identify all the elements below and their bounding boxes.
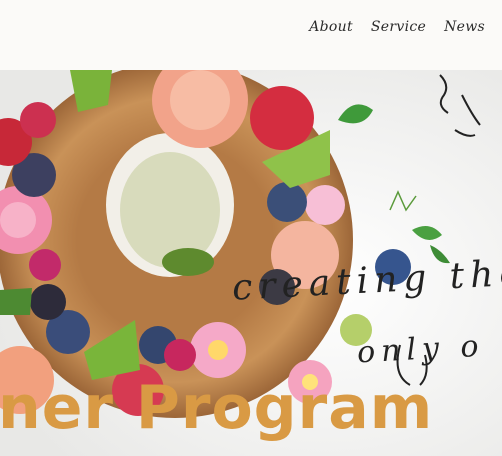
nav-about-link[interactable]: About xyxy=(309,19,353,35)
main-nav: About Service News xyxy=(309,19,485,35)
hero-title: ner Program xyxy=(0,373,434,443)
nav-service-link[interactable]: Service xyxy=(371,19,426,35)
plate-lettering-line2: only o xyxy=(356,328,486,371)
site-header: About Service News xyxy=(0,0,502,70)
nav-news-link[interactable]: News xyxy=(444,19,485,35)
